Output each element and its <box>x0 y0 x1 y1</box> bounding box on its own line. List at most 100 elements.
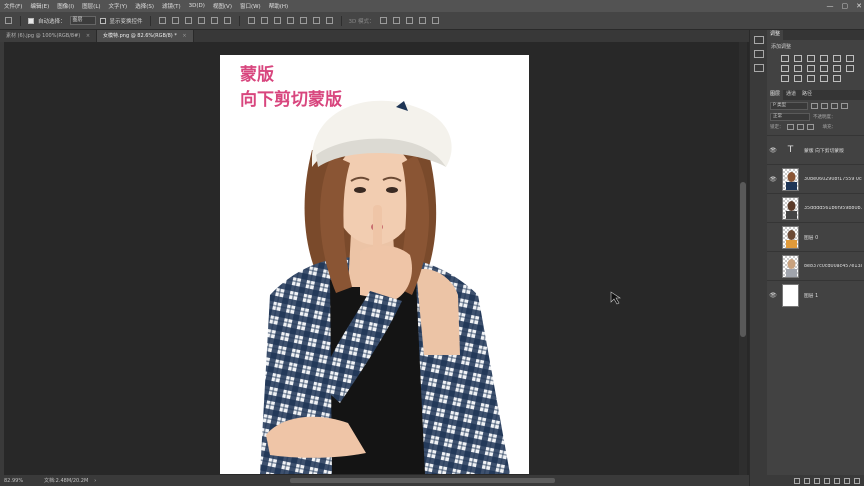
properties-icon[interactable] <box>753 50 764 58</box>
status-arrow-icon[interactable]: › <box>94 478 96 484</box>
menu-view[interactable]: 视图(V) <box>213 2 232 10</box>
tab-close-icon[interactable]: × <box>182 33 186 39</box>
align-right-icon[interactable] <box>223 17 231 24</box>
filter-kind-select[interactable]: P 类型 <box>770 102 808 110</box>
eye-icon[interactable]: 👁 <box>767 147 779 154</box>
overlay-title-line2: 向下剪切蒙版 <box>240 90 342 110</box>
restore-button[interactable]: ▢ <box>842 2 849 10</box>
link-layers-icon[interactable] <box>794 477 800 484</box>
layer-row[interactable]: 👁 ↓ 30be0602908f17559 0cc... <box>767 164 864 193</box>
brush-panel-icon[interactable] <box>753 64 764 72</box>
channel-mixer-icon[interactable] <box>833 65 841 72</box>
move-tool-icon[interactable] <box>5 17 12 24</box>
layer-row[interactable]: 👁 图层 1 <box>767 280 864 309</box>
menu-window[interactable]: 窗口(W) <box>240 2 261 10</box>
photo-filter-icon[interactable] <box>820 65 828 72</box>
menu-type[interactable]: 文字(Y) <box>109 2 128 10</box>
layer-row[interactable]: 图层 0 <box>767 222 864 251</box>
photoshop-window: 文件(F) 编辑(E) 图像(I) 图层(L) 文字(Y) 选择(S) 滤镜(T… <box>0 0 864 486</box>
new-adjustment-icon[interactable] <box>824 477 830 484</box>
layer-row[interactable]: 35dddd561b6f959b80b... <box>767 193 864 222</box>
3d-pan-icon[interactable] <box>405 17 413 24</box>
new-layer-icon[interactable] <box>844 477 850 484</box>
color-balance-icon[interactable] <box>794 65 802 72</box>
eye-icon[interactable]: 👁 <box>767 292 779 299</box>
menu-image[interactable]: 图像(I) <box>57 2 74 10</box>
new-group-icon[interactable] <box>834 477 840 484</box>
menu-edit[interactable]: 编辑(E) <box>30 2 49 10</box>
history-icon[interactable] <box>753 36 764 44</box>
3d-orbit-icon[interactable] <box>379 17 387 24</box>
distribute-top-icon[interactable] <box>247 17 255 24</box>
menu-layer[interactable]: 图层(L) <box>82 2 100 10</box>
align-top-icon[interactable] <box>158 17 166 24</box>
distribute-hcenter-icon[interactable] <box>299 17 307 24</box>
vibrance-icon[interactable] <box>833 55 841 62</box>
tab-paths[interactable]: 路径 <box>799 90 815 100</box>
right-panels: 调整 添加调整 图层 通道 路径 P 类型 正常 不透明度： 锁定： 填充： 👁… <box>767 30 864 486</box>
canvas-area[interactable]: 蒙版 向下剪切蒙版 <box>4 42 739 475</box>
invert-icon[interactable] <box>781 75 789 82</box>
tab-close-icon[interactable]: × <box>86 33 90 39</box>
filter-adjust-icon[interactable] <box>821 103 828 109</box>
filter-type-icon[interactable] <box>831 103 838 109</box>
menu-filter[interactable]: 滤镜(T) <box>162 2 181 10</box>
trash-icon[interactable] <box>854 477 860 484</box>
horizontal-scroll-thumb[interactable] <box>290 478 555 483</box>
lock-pixels-icon[interactable] <box>786 124 794 130</box>
show-transform-checkbox[interactable] <box>99 17 106 24</box>
distribute-vcenter-icon[interactable] <box>260 17 268 24</box>
3d-slide-icon[interactable] <box>418 17 426 24</box>
auto-select-dropdown[interactable]: 图层 <box>69 16 96 25</box>
close-button[interactable]: ✕ <box>856 2 862 10</box>
curves-icon[interactable] <box>807 55 815 62</box>
3d-scale-icon[interactable] <box>431 17 439 24</box>
eye-icon[interactable]: 👁 <box>767 176 779 183</box>
gradient-triangle-icon[interactable] <box>846 55 854 62</box>
vertical-scrollbar[interactable] <box>739 42 747 475</box>
lock-all-icon[interactable] <box>806 124 814 130</box>
filter-shape-icon[interactable] <box>841 103 848 109</box>
align-vcenter-icon[interactable] <box>171 17 179 24</box>
layer-row[interactable]: 8e837c0cd00ac457e13a... <box>767 251 864 280</box>
distribute-bottom-icon[interactable] <box>273 17 281 24</box>
hue-saturation-icon[interactable] <box>781 65 789 72</box>
distribute-right-icon[interactable] <box>312 17 320 24</box>
filter-pixel-icon[interactable] <box>811 103 818 109</box>
document-canvas[interactable]: 蒙版 向下剪切蒙版 <box>220 55 529 474</box>
menu-file[interactable]: 文件(F) <box>4 2 22 10</box>
posterize-icon[interactable] <box>794 75 802 82</box>
tab-layers[interactable]: 图层 <box>767 90 784 100</box>
tab-channels[interactable]: 通道 <box>783 90 799 100</box>
exposure-icon[interactable] <box>820 55 828 62</box>
menu-help[interactable]: 帮助(H) <box>269 2 288 10</box>
3d-roll-icon[interactable] <box>392 17 400 24</box>
distribute-left-icon[interactable] <box>286 17 294 24</box>
black-white-icon[interactable] <box>807 65 815 72</box>
align-bottom-icon[interactable] <box>184 17 192 24</box>
layer-row[interactable]: 👁 T 蒙版 向下剪切蒙版 <box>767 135 864 164</box>
align-hcenter-icon[interactable] <box>210 17 218 24</box>
lock-position-icon[interactable] <box>796 124 804 130</box>
color-lookup-icon[interactable] <box>846 65 854 72</box>
zoom-level[interactable]: 82.99% <box>4 478 38 484</box>
layer-name: 30be0602908f17559 0cc... <box>804 176 862 182</box>
add-mask-icon[interactable] <box>814 477 820 484</box>
tab-material[interactable]: 素材 (6).jpg @ 100%(RGB/8#) × <box>0 30 98 42</box>
brightness-icon[interactable] <box>781 55 789 62</box>
menu-3d[interactable]: 3D(D) <box>189 3 205 9</box>
vertical-scroll-thumb[interactable] <box>740 182 746 337</box>
tab-female-model[interactable]: 女模特.png @ 82.6%(RGB/8) * × <box>97 30 194 42</box>
minimize-button[interactable]: — <box>827 2 834 10</box>
blend-mode-select[interactable]: 正常 <box>770 113 810 121</box>
menu-select[interactable]: 选择(S) <box>135 2 154 10</box>
auto-select-checkbox[interactable] <box>28 17 34 24</box>
tab-adjustments[interactable]: 调整 <box>767 30 784 40</box>
auto-align-icon[interactable] <box>325 17 333 24</box>
align-left-icon[interactable] <box>197 17 205 24</box>
threshold-icon[interactable] <box>807 75 815 82</box>
gradient-map-icon[interactable] <box>833 75 841 82</box>
levels-icon[interactable] <box>794 55 802 62</box>
selective-color-icon[interactable] <box>820 75 828 82</box>
layer-style-icon[interactable] <box>804 477 810 484</box>
